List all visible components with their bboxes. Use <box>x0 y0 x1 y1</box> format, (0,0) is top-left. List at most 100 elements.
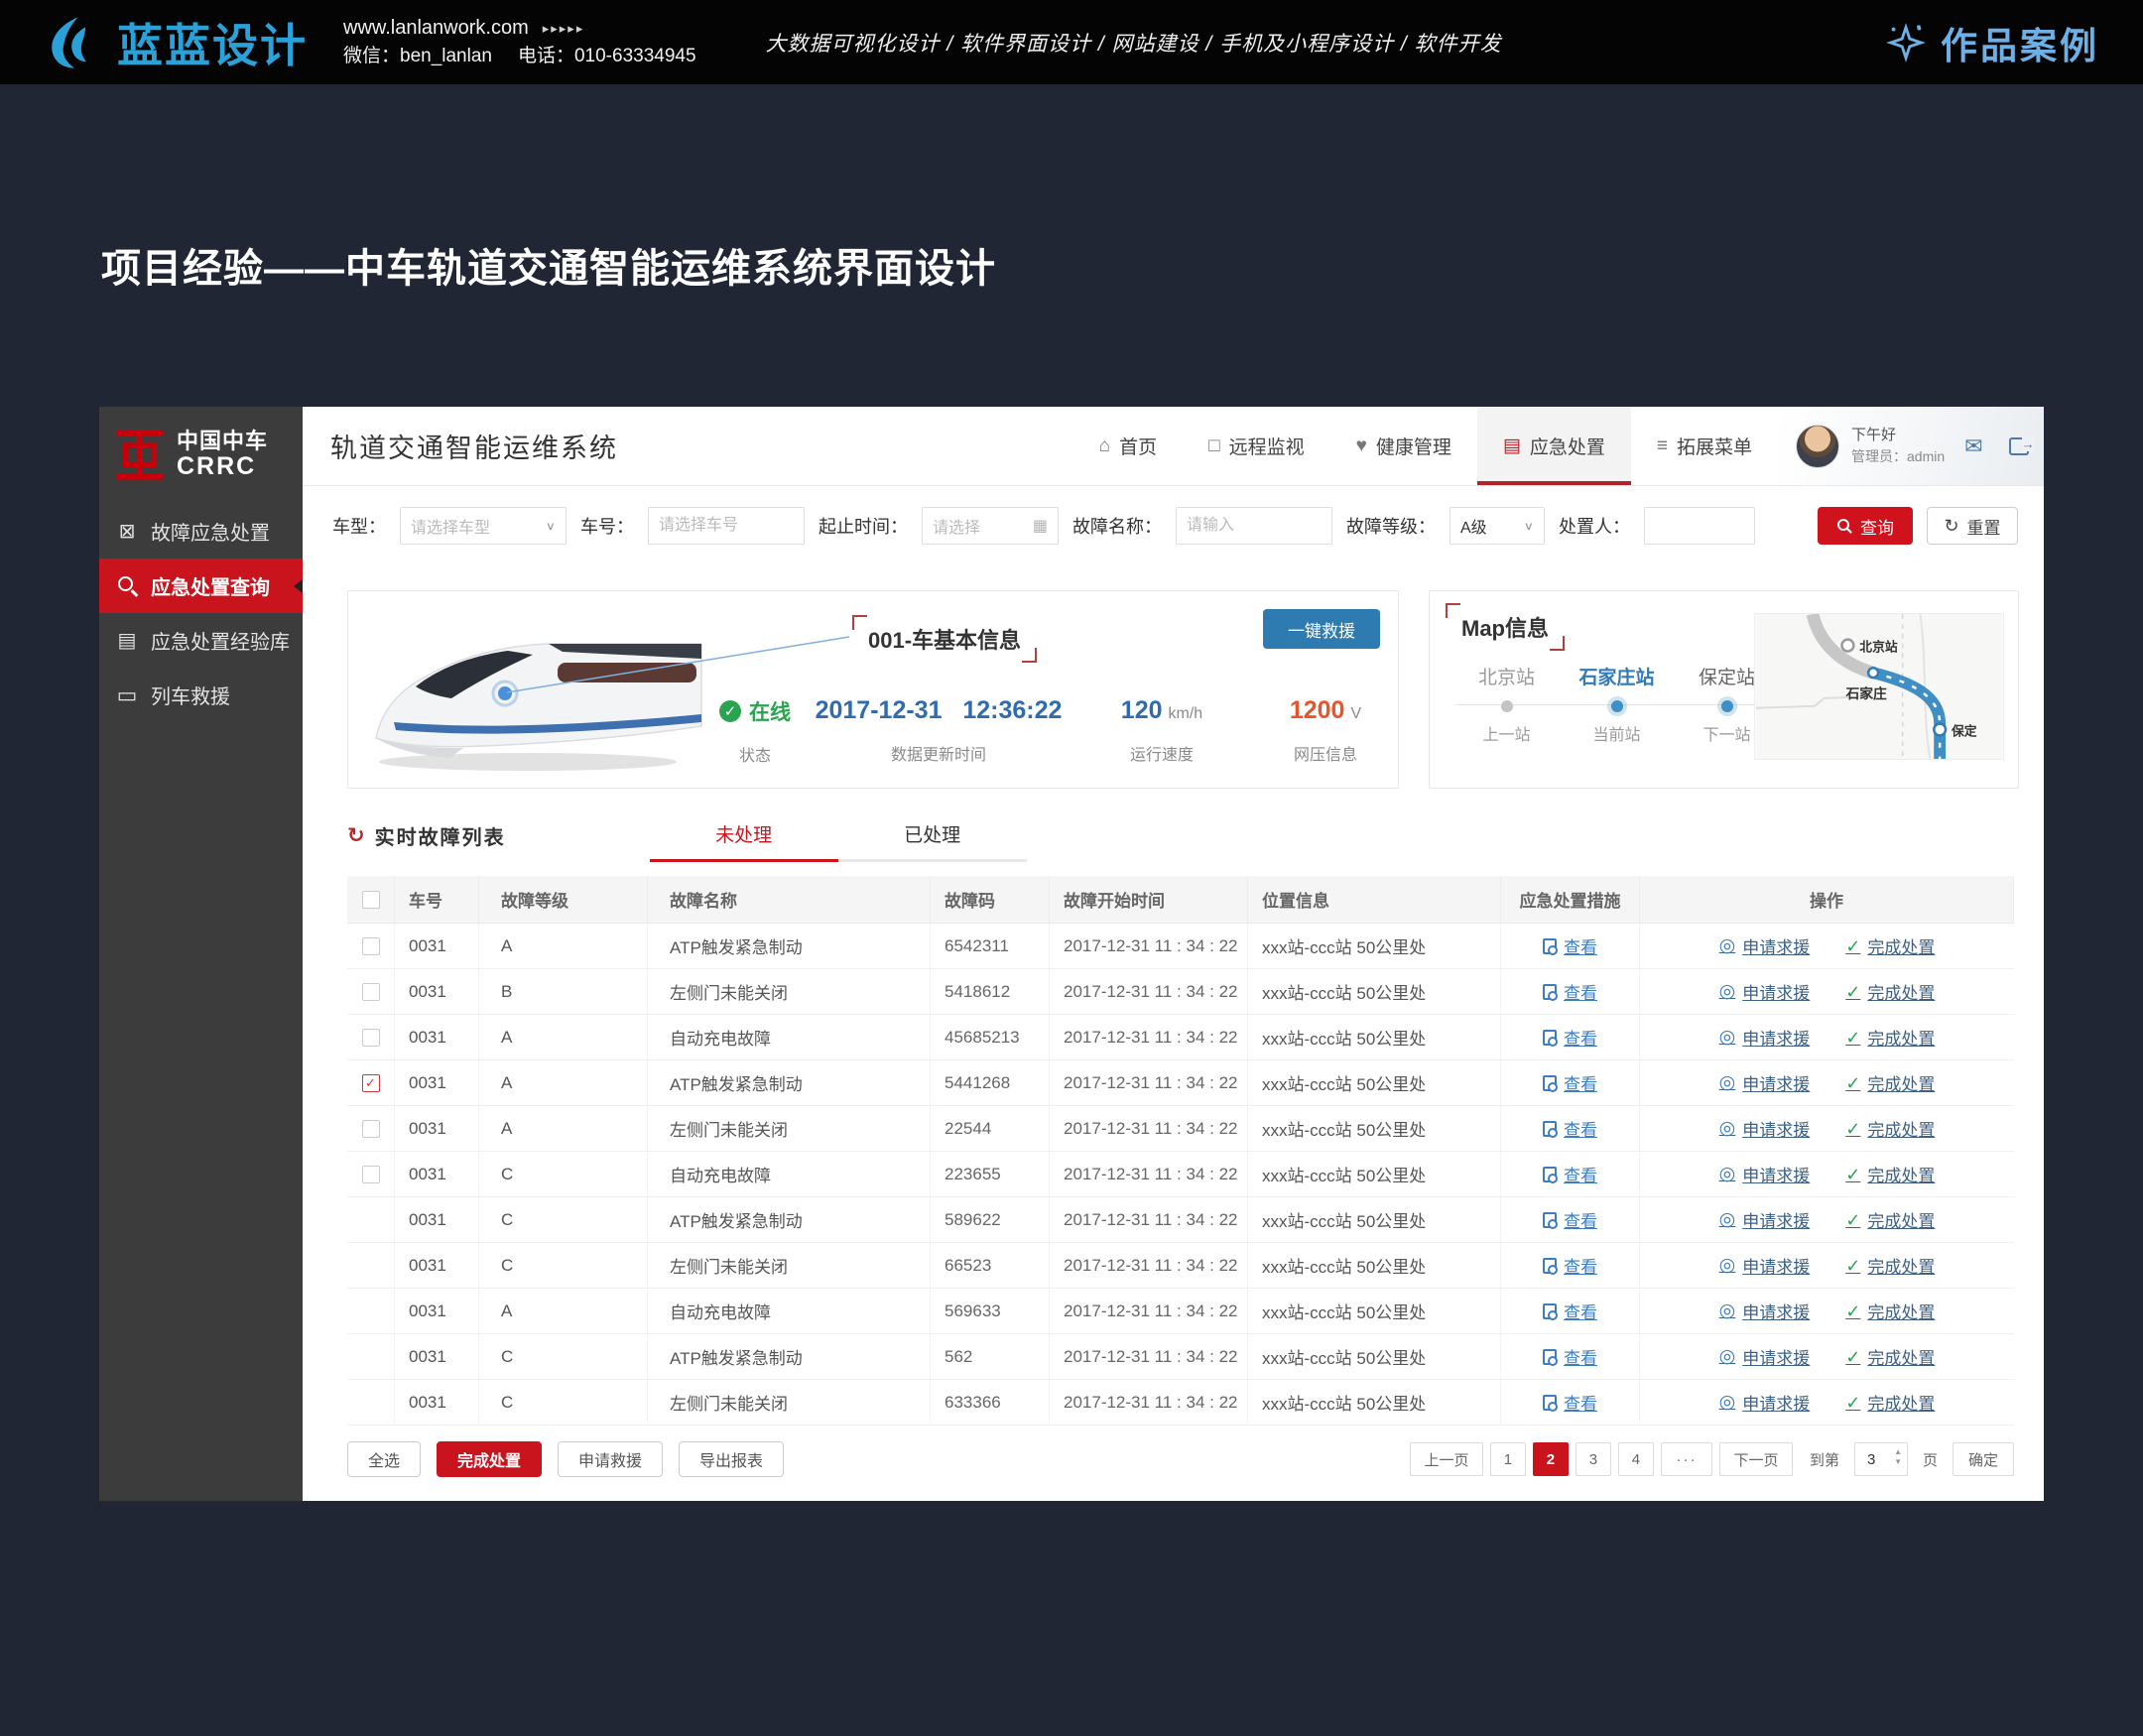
logout-icon[interactable] <box>2009 437 2029 455</box>
fault-tab[interactable]: 已处理 <box>838 820 1027 862</box>
cell-start-time: 2017-12-31 11 : 34 : 22 <box>1050 1060 1248 1105</box>
complete-handle-link[interactable]: ✓ 完成处置 <box>1845 1344 1935 1369</box>
request-rescue-link[interactable]: ◎ 申请求援 <box>1719 1116 1811 1141</box>
complete-handle-label: 完成处置 <box>1867 1116 1935 1141</box>
view-link[interactable]: 查看 <box>1543 1344 1597 1369</box>
nav-item[interactable]: ▤ 应急处置 <box>1477 407 1631 485</box>
footer-action-button[interactable]: 全选 <box>347 1441 421 1477</box>
view-link[interactable]: 查看 <box>1543 1025 1597 1050</box>
nav-item[interactable]: ≡ 拓展菜单 <box>1631 407 1778 485</box>
footer-action-button[interactable]: 完成处置 <box>437 1441 542 1477</box>
pagination-item[interactable]: 2 <box>1533 1442 1569 1476</box>
time-range-input[interactable]: 请选择 ▦ <box>922 507 1059 545</box>
content-area: 001-车基本信息 一键救援 ✓ 在线 状态 2017-12-3 <box>303 565 2044 1501</box>
view-link[interactable]: 查看 <box>1543 979 1597 1004</box>
car-type-select[interactable]: 请选择车型 ∨ <box>400 507 567 545</box>
pagination-item[interactable]: 下一页 <box>1719 1442 1793 1476</box>
row-checkbox[interactable] <box>362 983 380 1001</box>
footer-action-button[interactable]: 申请救援 <box>558 1441 663 1477</box>
col-header-time: 故障开始时间 <box>1050 876 1248 923</box>
nav-item[interactable]: □ 远程监视 <box>1183 407 1330 485</box>
goto-confirm-button[interactable]: 确定 <box>1953 1442 2014 1476</box>
fault-tab[interactable]: 未处理 <box>650 820 838 862</box>
sidebar-item[interactable]: 列车救援 <box>99 668 303 722</box>
pagination-item[interactable]: 3 <box>1576 1442 1611 1476</box>
row-checkbox[interactable] <box>362 1029 380 1047</box>
complete-handle-link[interactable]: ✓ 完成处置 <box>1845 1299 1935 1323</box>
request-rescue-link[interactable]: ◎ 申请求援 <box>1719 1299 1811 1323</box>
request-rescue-link[interactable]: ◎ 申请求援 <box>1719 1162 1811 1186</box>
phone-text: 电话：010-63334945 <box>518 43 696 71</box>
request-rescue-label: 申请求援 <box>1742 933 1810 958</box>
nav-item[interactable]: ⌂ 首页 <box>1073 407 1184 485</box>
request-rescue-link[interactable]: ◎ 申请求援 <box>1719 1207 1811 1232</box>
row-checkbox[interactable] <box>362 1120 380 1138</box>
route-map-image[interactable]: 北京站 石家庄 保定 <box>1754 613 2004 760</box>
portfolio-block[interactable]: 作品案例 <box>1883 16 2099 69</box>
footer-action-button[interactable]: 导出报表 <box>679 1441 784 1477</box>
status-value: 在线 <box>749 696 791 726</box>
complete-handle-link[interactable]: ✓ 完成处置 <box>1845 1070 1935 1095</box>
view-link[interactable]: 查看 <box>1543 933 1597 958</box>
cell-fault-name: 左侧门未能关闭 <box>648 1106 931 1151</box>
nav-item[interactable]: ♥ 健康管理 <box>1330 407 1477 485</box>
car-card-title: 001-车基本信息 <box>852 615 1037 663</box>
complete-handle-link[interactable]: ✓ 完成处置 <box>1845 1390 1935 1415</box>
complete-handle-link[interactable]: ✓ 完成处置 <box>1845 1116 1935 1141</box>
row-checkbox[interactable] <box>362 937 380 955</box>
request-rescue-label: 申请求援 <box>1742 979 1810 1004</box>
time-range-placeholder: 请选择 <box>933 514 980 538</box>
query-button[interactable]: 查询 <box>1818 507 1913 545</box>
view-link[interactable]: 查看 <box>1543 1207 1597 1232</box>
select-all-checkbox[interactable] <box>362 891 380 909</box>
complete-handle-link[interactable]: ✓ 完成处置 <box>1845 1162 1935 1186</box>
request-rescue-link[interactable]: ◎ 申请求援 <box>1719 1070 1811 1095</box>
table-row: 0031 A ATP触发紧急制动 6542311 2017-12-31 11 :… <box>347 924 2014 969</box>
fault-level-select[interactable]: A级 ∨ <box>1450 507 1545 545</box>
request-rescue-link[interactable]: ◎ 申请求援 <box>1719 1390 1811 1415</box>
view-link[interactable]: 查看 <box>1543 1253 1597 1278</box>
car-no-input[interactable] <box>648 507 805 545</box>
view-link[interactable]: 查看 <box>1543 1070 1597 1095</box>
sidebar-item[interactable]: 应急处置查询 <box>99 558 303 613</box>
pagination-item[interactable]: ··· <box>1661 1442 1712 1476</box>
complete-handle-link[interactable]: ✓ 完成处置 <box>1845 979 1935 1004</box>
query-button-label: 查询 <box>1860 514 1894 539</box>
complete-handle-link[interactable]: ✓ 完成处置 <box>1845 1025 1935 1050</box>
request-rescue-link[interactable]: ◎ 申请求援 <box>1719 933 1811 958</box>
cell-start-time: 2017-12-31 11 : 34 : 22 <box>1050 1334 1248 1379</box>
request-rescue-link[interactable]: ◎ 申请求援 <box>1719 1253 1811 1278</box>
row-checkbox[interactable] <box>362 1166 380 1183</box>
view-link[interactable]: 查看 <box>1543 1390 1597 1415</box>
complete-handle-link[interactable]: ✓ 完成处置 <box>1845 1207 1935 1232</box>
pagination-item[interactable]: 1 <box>1490 1442 1526 1476</box>
cell-start-time: 2017-12-31 11 : 34 : 22 <box>1050 1197 1248 1242</box>
mail-icon[interactable]: ✉ <box>1964 434 1982 459</box>
view-link[interactable]: 查看 <box>1543 1299 1597 1323</box>
cell-fault-level: C <box>479 1334 648 1379</box>
complete-handle-link[interactable]: ✓ 完成处置 <box>1845 933 1935 958</box>
fault-name-input[interactable] <box>1176 507 1332 545</box>
map-card: Map信息 北京站 上一站 石家庄站 当前 <box>1429 590 2019 789</box>
reset-button[interactable]: ↻ 重置 <box>1927 507 2018 545</box>
row-checkbox[interactable] <box>362 1074 380 1092</box>
pagination-item[interactable]: 4 <box>1618 1442 1654 1476</box>
handler-input[interactable] <box>1644 507 1755 545</box>
view-link[interactable]: 查看 <box>1543 1116 1597 1141</box>
cell-fault-name: ATP触发紧急制动 <box>648 1060 931 1105</box>
view-link[interactable]: 查看 <box>1543 1162 1597 1186</box>
sidebar-item[interactable]: 故障应急处置 <box>99 504 303 558</box>
request-rescue-link[interactable]: ◎ 申请求援 <box>1719 1025 1811 1050</box>
request-rescue-link[interactable]: ◎ 申请求援 <box>1719 1344 1811 1369</box>
one-key-rescue-button[interactable]: 一键救援 <box>1263 609 1380 649</box>
complete-handle-link[interactable]: ✓ 完成处置 <box>1845 1253 1935 1278</box>
complete-check-icon: ✓ <box>1845 1166 1860 1183</box>
pagination-item[interactable]: 上一页 <box>1410 1442 1483 1476</box>
avatar[interactable] <box>1796 425 1839 468</box>
sidebar-item[interactable]: 应急处置经验库 <box>99 613 303 668</box>
stepper-arrows-icon[interactable]: ▲▼ <box>1894 1448 1902 1466</box>
request-rescue-link[interactable]: ◎ 申请求援 <box>1719 979 1811 1004</box>
request-rescue-label: 申请求援 <box>1742 1070 1810 1095</box>
voltage-value: 1200 <box>1290 696 1345 724</box>
page-title: 项目经验——中车轨道交通智能运维系统界面设计 <box>101 236 996 294</box>
